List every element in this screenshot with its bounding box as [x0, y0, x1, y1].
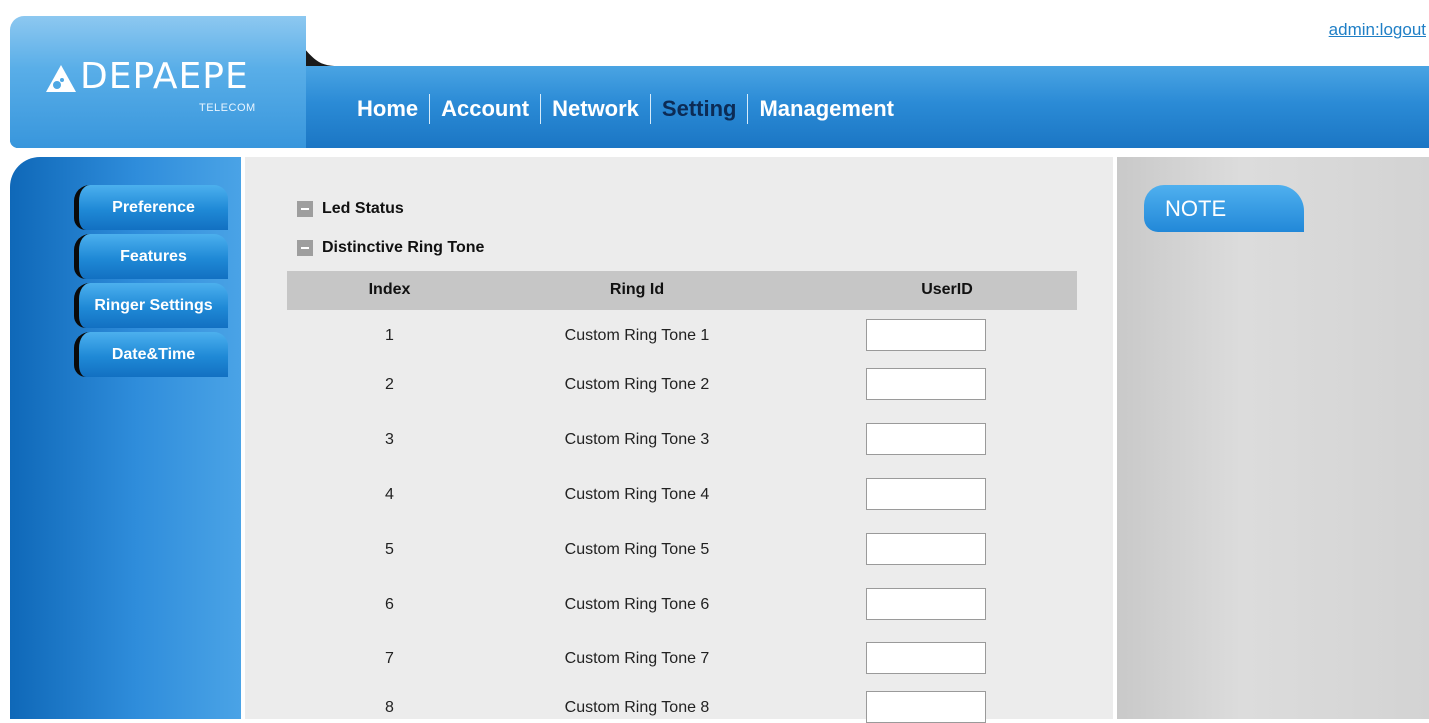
sidebar-item-date-time[interactable]: Date&Time	[74, 332, 228, 377]
collapse-icon[interactable]	[297, 201, 313, 217]
section-distinctive-ring-tone: Distinctive Ring Tone	[297, 239, 484, 257]
sidebar-item-ringer-settings[interactable]: Ringer Settings	[74, 283, 228, 328]
sidebar-item-preference[interactable]: Preference	[74, 185, 228, 230]
row-index: 2	[385, 376, 394, 393]
row-ring-id: Custom Ring Tone 3	[564, 431, 710, 448]
table-row: 1 Custom Ring Tone 1	[287, 319, 1077, 351]
userid-input[interactable]	[866, 642, 986, 674]
column-header-userid: UserID	[921, 281, 973, 298]
row-ring-id: Custom Ring Tone 2	[564, 376, 710, 393]
row-ring-id: Custom Ring Tone 4	[564, 486, 710, 503]
row-index: 1	[385, 327, 394, 344]
nav-setting[interactable]: Setting	[651, 96, 748, 122]
table-header: Index Ring Id UserID	[287, 271, 1077, 310]
row-index: 7	[385, 650, 394, 667]
row-ring-id: Custom Ring Tone 5	[564, 541, 710, 558]
logo-subtitle: TELECOM	[199, 102, 256, 114]
row-ring-id: Custom Ring Tone 8	[564, 699, 710, 716]
row-ring-id: Custom Ring Tone 1	[564, 327, 710, 344]
table-row: 5 Custom Ring Tone 5	[287, 533, 1077, 565]
sidebar: Preference Features Ringer Settings Date…	[10, 157, 241, 719]
row-ring-id: Custom Ring Tone 7	[564, 650, 710, 667]
logo-wordmark: DEPAEPE	[80, 56, 249, 97]
row-index: 6	[385, 596, 394, 613]
nav-account[interactable]: Account	[430, 96, 540, 122]
userid-input[interactable]	[866, 319, 986, 351]
section-led-status: Led Status	[297, 200, 404, 218]
logo-mark-icon	[46, 65, 76, 92]
main-content: Led Status Distinctive Ring Tone Index R…	[245, 157, 1113, 723]
row-ring-id: Custom Ring Tone 6	[564, 596, 710, 613]
section-title: Led Status	[322, 200, 404, 217]
userid-input[interactable]	[866, 423, 986, 455]
note-tab: NOTE	[1144, 185, 1304, 232]
collapse-icon[interactable]	[297, 240, 313, 256]
row-index: 4	[385, 486, 394, 503]
userid-input[interactable]	[866, 368, 986, 400]
column-header-index: Index	[368, 281, 411, 298]
table-row: 3 Custom Ring Tone 3	[287, 423, 1077, 455]
table-row: 6 Custom Ring Tone 6	[287, 588, 1077, 620]
section-title: Distinctive Ring Tone	[322, 239, 485, 256]
row-index: 3	[385, 431, 394, 448]
nav-home[interactable]: Home	[346, 96, 429, 122]
sidebar-item-features[interactable]: Features	[74, 234, 228, 279]
userid-input[interactable]	[866, 533, 986, 565]
row-index: 5	[385, 541, 394, 558]
table-row: 8 Custom Ring Tone 8	[287, 691, 1077, 723]
brand-logo: DEPAEPE TELECOM	[44, 56, 284, 120]
table-row: 2 Custom Ring Tone 2	[287, 368, 1077, 400]
table-row: 7 Custom Ring Tone 7	[287, 642, 1077, 674]
row-index: 8	[385, 699, 394, 716]
nav-network[interactable]: Network	[541, 96, 650, 122]
userid-input[interactable]	[866, 478, 986, 510]
main-nav: Home Account Network Setting Management	[346, 92, 905, 126]
table-row: 4 Custom Ring Tone 4	[287, 478, 1077, 510]
note-panel: NOTE	[1117, 157, 1429, 719]
nav-management[interactable]: Management	[748, 96, 904, 122]
userid-input[interactable]	[866, 588, 986, 620]
userid-input[interactable]	[866, 691, 986, 723]
column-header-ring-id: Ring Id	[609, 281, 665, 298]
